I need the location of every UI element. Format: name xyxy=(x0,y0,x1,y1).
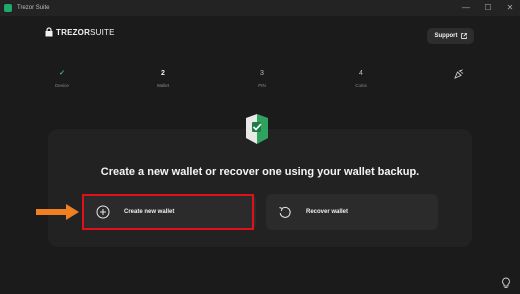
page-headline: Create a new wallet or recover one using… xyxy=(100,166,420,178)
trezor-lock-icon xyxy=(45,27,53,37)
close-button[interactable]: ✕ xyxy=(506,3,514,13)
trezor-suite-logo: TREZOR SUITE xyxy=(45,27,115,37)
step-label: Device xyxy=(55,83,69,88)
maximize-button[interactable]: ☐ xyxy=(484,3,492,13)
recover-wallet-label: Recover wallet xyxy=(306,209,349,215)
window-title: Trezor Suite xyxy=(17,5,50,11)
step-number: 4 xyxy=(359,70,363,77)
support-button[interactable]: Support xyxy=(427,28,474,44)
logo-text-suite: SUITE xyxy=(90,27,115,37)
plus-circle-icon xyxy=(96,205,110,219)
step-number: 3 xyxy=(260,70,264,77)
step-number: 2 xyxy=(161,70,165,77)
step-coins: 4 Coins xyxy=(341,69,381,88)
orange-arrow-icon xyxy=(36,204,79,220)
create-new-wallet-label: Create new wallet xyxy=(124,209,175,215)
trezor-app-icon xyxy=(4,4,12,12)
logo-text-trezor: TREZOR xyxy=(56,27,91,37)
step-pin: 3 PIN xyxy=(242,69,282,88)
minimize-button[interactable]: — xyxy=(462,3,470,13)
step-label: Wallet xyxy=(156,83,170,88)
step-label: PIN xyxy=(258,83,266,88)
window-controls: — ☐ ✕ xyxy=(462,3,514,13)
restore-icon xyxy=(279,206,291,218)
party-popper-icon xyxy=(454,69,464,79)
recover-wallet-button[interactable]: Recover wallet xyxy=(266,194,438,230)
window-titlebar: Trezor Suite — ☐ ✕ xyxy=(0,0,520,17)
step-check-icon: ✓ xyxy=(59,70,65,77)
onboarding-stepper: ✓ Device 2 Wallet 3 PIN 4 Coins xyxy=(0,69,520,99)
step-wallet: 2 Wallet xyxy=(143,69,183,88)
support-label: Support xyxy=(434,33,458,39)
lightbulb-icon[interactable] xyxy=(500,277,512,289)
step-label: Coins xyxy=(355,83,367,88)
create-new-wallet-button[interactable]: Create new wallet xyxy=(84,194,256,230)
external-link-icon xyxy=(460,33,467,39)
step-device: ✓ Device xyxy=(42,69,82,88)
wallet-shield-icon xyxy=(246,114,268,144)
